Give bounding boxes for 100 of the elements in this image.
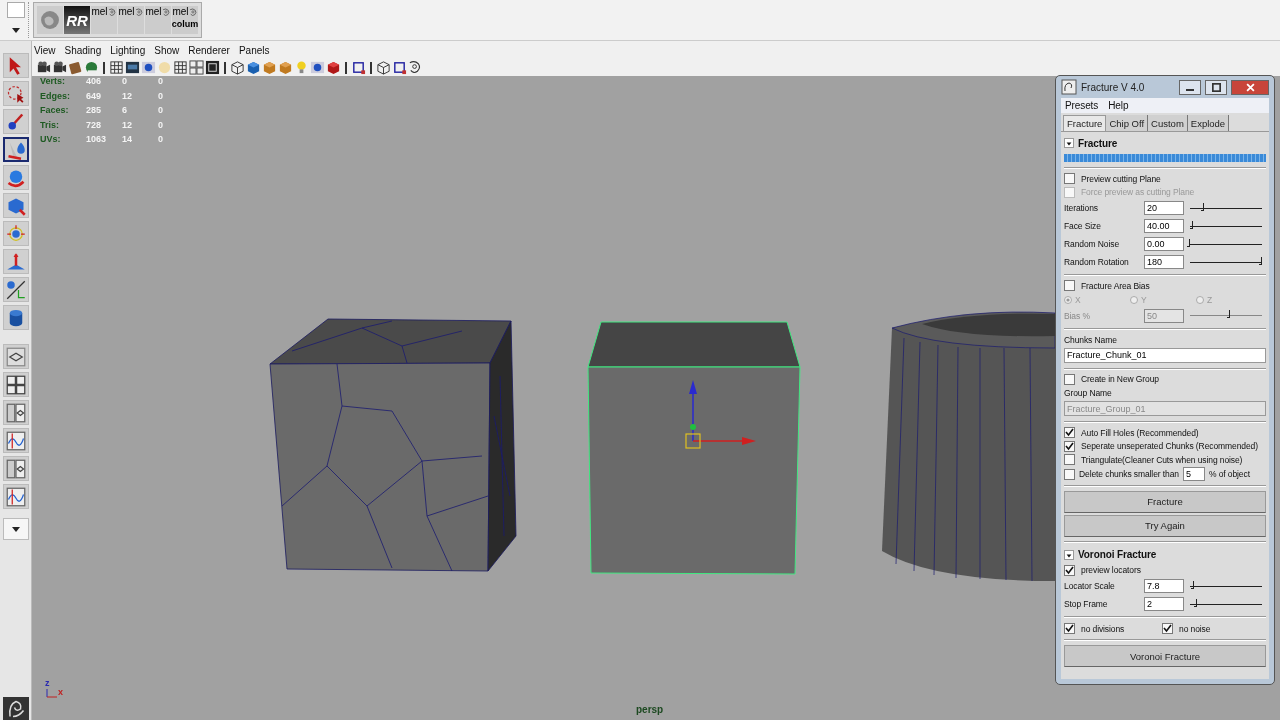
- slider-thumb[interactable]: [1190, 580, 1194, 589]
- app-logo-button[interactable]: [2, 697, 29, 720]
- shelf-button[interactable]: mel: [91, 6, 117, 34]
- action-button[interactable]: Fracture: [1064, 490, 1266, 513]
- tool-button[interactable]: [2, 305, 29, 330]
- toolbar-button[interactable]: [230, 60, 245, 75]
- text-field[interactable]: Fracture_Chunk_01: [1064, 347, 1266, 363]
- collapse-toggle[interactable]: [1064, 138, 1074, 148]
- toolbar-button[interactable]: [408, 60, 423, 75]
- checkbox[interactable]: [1064, 280, 1075, 292]
- stat-value: 1063: [86, 134, 108, 144]
- checkbox-label: Delete chunks smaller than: [1079, 469, 1179, 479]
- maximize-button[interactable]: [1205, 79, 1227, 95]
- checkbox[interactable]: [1064, 468, 1075, 480]
- checkbox[interactable]: [1064, 564, 1075, 576]
- number-field[interactable]: 0.00: [1144, 237, 1184, 251]
- checkbox[interactable]: [1064, 173, 1075, 185]
- tab[interactable]: Custom: [1148, 115, 1188, 131]
- layout-button[interactable]: [2, 344, 29, 369]
- stat-value: 0: [158, 90, 164, 101]
- split-pane-icon: [5, 458, 26, 479]
- slider-thumb[interactable]: [1259, 256, 1262, 265]
- menu-item[interactable]: Presets: [1065, 100, 1099, 111]
- move-gizmo-drawing: [685, 380, 756, 449]
- layout-button[interactable]: [2, 456, 29, 481]
- close-button[interactable]: [1231, 79, 1269, 95]
- toolbar-button[interactable]: [326, 60, 341, 75]
- window-title: Fracture V 4.0: [1081, 81, 1146, 93]
- layout-button[interactable]: [2, 400, 29, 425]
- dropdown-button[interactable]: [2, 518, 29, 540]
- stat-label: Edges:: [40, 90, 71, 101]
- tool-button[interactable]: [2, 53, 29, 78]
- menu-item[interactable]: Lighting: [110, 44, 146, 56]
- number-field[interactable]: 7.8: [1144, 579, 1184, 593]
- menu-item[interactable]: Help: [1108, 100, 1129, 111]
- slider-thumb[interactable]: [1187, 238, 1190, 247]
- layout-button[interactable]: [2, 484, 29, 509]
- menu-item[interactable]: Panels: [238, 44, 270, 56]
- tool-button[interactable]: [2, 81, 29, 106]
- menu-item[interactable]: Renderer: [188, 44, 230, 56]
- shelf-button[interactable]: mel: [118, 6, 144, 34]
- layout-button[interactable]: [2, 428, 29, 453]
- toolbar-button[interactable]: [36, 60, 51, 75]
- layout-button[interactable]: [2, 372, 29, 397]
- toolbar-button[interactable]: [125, 60, 140, 75]
- field-label: Face Size: [1064, 221, 1102, 231]
- number-field[interactable]: 40.00: [1144, 219, 1184, 233]
- field-label: Random Rotation: [1064, 257, 1130, 267]
- slider-thumb[interactable]: [1189, 220, 1193, 229]
- minimize-button[interactable]: [1179, 79, 1201, 95]
- checkbox-label: Create in New Group: [1081, 374, 1159, 385]
- toolbar-button[interactable]: [351, 60, 366, 75]
- shelf-button[interactable]: mel colum: [172, 6, 198, 34]
- shelf-field[interactable]: [7, 2, 25, 18]
- checkbox[interactable]: [1064, 373, 1075, 385]
- menu-item[interactable]: View: [34, 44, 56, 56]
- number-field[interactable]: 2: [1144, 597, 1184, 611]
- sphere-icon: [141, 60, 156, 75]
- tool-button[interactable]: [2, 137, 29, 162]
- tab[interactable]: Fracture: [1063, 115, 1107, 131]
- action-button[interactable]: Voronoi Fracture: [1064, 645, 1266, 667]
- number-field[interactable]: 20: [1144, 201, 1184, 215]
- grid-icon: [109, 60, 124, 75]
- collapse-toggle[interactable]: [1064, 549, 1074, 560]
- toolbar-button[interactable]: [141, 60, 156, 75]
- scroll-icon: [107, 7, 117, 17]
- toolbar-button[interactable]: [109, 60, 124, 75]
- toolbar-button[interactable]: [376, 60, 391, 75]
- toolbar-button[interactable]: [205, 60, 220, 75]
- tab[interactable]: Chip Off: [1106, 115, 1149, 131]
- checkbox[interactable]: [1064, 427, 1075, 439]
- checkbox[interactable]: [1064, 440, 1075, 452]
- tool-button[interactable]: [2, 109, 29, 134]
- checkbox[interactable]: [1064, 623, 1075, 634]
- tool-button[interactable]: [2, 277, 29, 302]
- checkbox-label: Force preview as cutting Plane: [1081, 187, 1195, 198]
- menu-item[interactable]: Show: [154, 44, 180, 56]
- menu-item[interactable]: Shading: [64, 44, 102, 56]
- checkbox[interactable]: [1162, 623, 1173, 634]
- toolbar-button[interactable]: [246, 60, 261, 75]
- light-bulb-icon: [294, 60, 309, 75]
- layout-icon: [5, 346, 26, 367]
- tab[interactable]: Explode: [1187, 115, 1230, 131]
- shelf-button[interactable]: RR: [64, 6, 90, 34]
- shelf-button[interactable]: mel: [145, 6, 171, 34]
- toolbar-button[interactable]: [310, 60, 325, 75]
- number-field[interactable]: 180: [1144, 255, 1184, 269]
- slider-thumb[interactable]: [1201, 202, 1205, 211]
- close-icon: [1245, 82, 1255, 92]
- toolbar-button[interactable]: [173, 60, 188, 75]
- toolbar-button[interactable]: [52, 60, 67, 75]
- toolbar-button[interactable]: [392, 60, 407, 75]
- checkbox-label: Seperate unseperated Chunks (Recommended): [1081, 441, 1258, 452]
- stat-value: 12: [122, 119, 133, 130]
- field-label: Iterations: [1064, 203, 1099, 213]
- axes-icon: [5, 279, 26, 300]
- checkbox[interactable]: [1064, 454, 1075, 466]
- action-button[interactable]: Try Again: [1064, 514, 1266, 537]
- number-field[interactable]: 5: [1182, 467, 1205, 481]
- slider-thumb[interactable]: [1194, 598, 1198, 607]
